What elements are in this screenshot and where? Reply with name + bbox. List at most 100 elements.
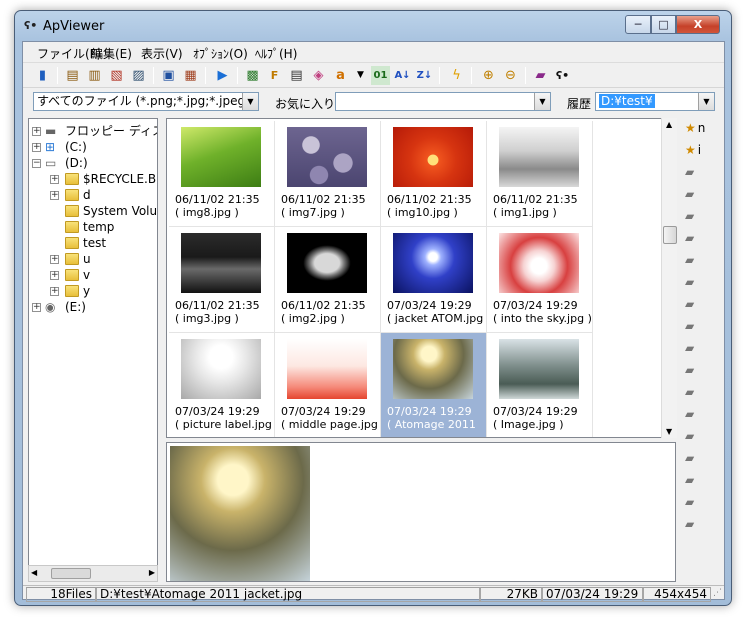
dropdown-arrow-icon[interactable]: ▼: [351, 66, 370, 85]
play-icon[interactable]: ▶: [213, 66, 232, 85]
expand-icon[interactable]: +: [50, 255, 59, 264]
collapse-icon[interactable]: −: [32, 159, 41, 168]
title-bar[interactable]: ʕ• ApViewer ─ □ X: [15, 11, 731, 41]
quick-folder-item[interactable]: ▰: [685, 494, 703, 510]
expand-icon[interactable]: +: [32, 303, 41, 312]
tree-horizontal-scrollbar[interactable]: ◀ ▶: [28, 565, 158, 582]
thumbnail-item[interactable]: 07/03/24 19:29( jacket ATOM.jpg: [381, 227, 487, 333]
sort-type-icon[interactable]: 01: [371, 66, 390, 85]
preview-image: [170, 446, 310, 581]
thumbnail-item[interactable]: 06/11/02 21:35( img1.jpg ): [487, 121, 593, 227]
chevron-down-icon[interactable]: ▼: [242, 93, 258, 110]
thumbnail-item[interactable]: 07/03/24 19:29( middle page.jpg ): [275, 333, 381, 437]
thumbnail-item[interactable]: 06/11/02 21:35( img3.jpg ): [169, 227, 275, 333]
expand-icon[interactable]: +: [50, 191, 59, 200]
scroll-left-icon[interactable]: ◀: [31, 568, 37, 577]
quick-folder-label: n: [697, 121, 706, 135]
quick-folder-item[interactable]: ▰: [685, 230, 703, 246]
scroll-up-icon[interactable]: ▲: [666, 120, 672, 129]
thumbnail-item[interactable]: 07/03/24 19:29( picture label.jpg ): [169, 333, 275, 437]
quick-folder-item[interactable]: ▰: [685, 516, 703, 532]
file-size: 27KB: [480, 587, 542, 602]
folder-open-icon: ▰: [685, 429, 695, 443]
convert-icon[interactable]: ◈: [309, 66, 328, 85]
resize-grip-icon[interactable]: ⋰: [713, 588, 722, 598]
zoom-in-icon[interactable]: ⊕: [479, 66, 498, 85]
paste-icon[interactable]: ▥: [85, 66, 104, 85]
menu-view[interactable]: 表示(V): [141, 45, 183, 62]
font-icon[interactable]: F: [265, 66, 284, 85]
history-select[interactable]: D:¥test¥ ▼: [595, 92, 715, 111]
expand-icon[interactable]: +: [50, 271, 59, 280]
rename-icon[interactable]: a: [331, 66, 350, 85]
favorites-select[interactable]: ▼: [335, 92, 551, 111]
scroll-right-icon[interactable]: ▶: [149, 568, 155, 577]
scrollbar-thumb[interactable]: [51, 568, 91, 579]
help-book-icon[interactable]: ▰: [531, 66, 550, 85]
thumbnail-item[interactable]: 07/03/24 19:29( Atomage 2011: [381, 333, 487, 437]
thumbnail-filename: ( Image.jpg ): [493, 418, 564, 431]
thumbnail-item[interactable]: 06/11/02 21:35( img7.jpg ): [275, 121, 381, 227]
delete-icon[interactable]: ▧: [107, 66, 126, 85]
quick-folder-item[interactable]: ★ i: [685, 142, 703, 158]
expand-icon[interactable]: +: [50, 287, 59, 296]
zoom-out-icon[interactable]: ⊖: [501, 66, 520, 85]
folder-tree[interactable]: + ▬ フロッピー ディスク + ⊞ (C:) −▭ (D:) + $RECYCLE.BIN + dS…: [28, 118, 158, 582]
quick-folder-item[interactable]: ▰: [685, 428, 703, 444]
thumbnail-item[interactable]: 06/11/02 21:35( img8.jpg ): [169, 121, 275, 227]
thumbnail-item[interactable]: 06/11/02 21:35( img10.jpg ): [381, 121, 487, 227]
menu-help[interactable]: ﾍﾙﾌﾟ(H): [255, 45, 297, 62]
floppy-icon: ▬: [45, 124, 57, 138]
quick-folder-item[interactable]: ▰: [685, 318, 703, 334]
open-folder-icon[interactable]: ▮: [33, 66, 52, 85]
quick-folder-item[interactable]: ▰: [685, 164, 703, 180]
lightning-icon[interactable]: ϟ: [447, 66, 466, 85]
duplicate-icon[interactable]: ▦: [181, 66, 200, 85]
thumbnail-item[interactable]: 07/03/24 19:29( Image.jpg ): [487, 333, 593, 437]
tree-node-label: test: [83, 236, 107, 250]
thumbnail-date: 07/03/24 19:29: [493, 405, 578, 418]
sort-desc-icon[interactable]: Z↓: [415, 66, 434, 85]
quick-folder-item[interactable]: ▰: [685, 450, 703, 466]
quick-folder-item[interactable]: ▰: [685, 384, 703, 400]
expand-icon[interactable]: +: [32, 127, 41, 136]
quick-folder-item[interactable]: ▰: [685, 406, 703, 422]
slideshow-icon[interactable]: ▩: [243, 66, 262, 85]
copy-icon[interactable]: ▤: [63, 66, 82, 85]
new-window-icon[interactable]: ▣: [159, 66, 178, 85]
file-filter-select[interactable]: すべてのファイル (*.png;*.jpg;*.jpeg;*.bm ▼: [33, 92, 259, 111]
menu-options[interactable]: ｵﾌﾟｼｮﾝ(O): [193, 45, 248, 62]
chevron-down-icon[interactable]: ▼: [534, 93, 550, 110]
quick-folder-item[interactable]: ▰: [685, 274, 703, 290]
quick-folder-item[interactable]: ▰: [685, 186, 703, 202]
about-icon[interactable]: ʕ•: [553, 66, 572, 85]
chevron-down-icon[interactable]: ▼: [698, 93, 714, 110]
quick-folder-item[interactable]: ▰: [685, 362, 703, 378]
quick-folder-item[interactable]: ▰: [685, 296, 703, 312]
properties-icon[interactable]: ▨: [129, 66, 148, 85]
close-button[interactable]: X: [676, 15, 720, 34]
scrollbar-thumb[interactable]: [663, 226, 677, 244]
menu-edit[interactable]: 編集(E): [91, 45, 132, 62]
quick-folder-item[interactable]: ▰: [685, 472, 703, 488]
app-window: ʕ• ApViewer ─ □ X ファイル(F) 編集(E) 表示(V) ｵﾌ…: [14, 10, 732, 606]
minimize-button[interactable]: ─: [625, 15, 651, 34]
maximize-button[interactable]: □: [651, 15, 676, 34]
thumbnail-item[interactable]: 07/03/24 19:29( into the sky.jpg ): [487, 227, 593, 333]
folder-open-icon: ▰: [685, 187, 695, 201]
expand-icon[interactable]: +: [32, 143, 41, 152]
client-area: ファイル(F) 編集(E) 表示(V) ｵﾌﾟｼｮﾝ(O) ﾍﾙﾌﾟ(H) ▮ …: [22, 41, 725, 602]
folder-open-icon: ▰: [685, 165, 695, 179]
tree-node-label: $RECYCLE.BIN: [83, 172, 157, 186]
save-icon[interactable]: ▤: [287, 66, 306, 85]
thumbnail-vertical-scrollbar[interactable]: ▲ ▼: [661, 118, 677, 438]
history-value: D:¥test¥: [599, 94, 655, 108]
scroll-down-icon[interactable]: ▼: [666, 427, 672, 436]
sort-asc-icon[interactable]: A↓: [393, 66, 412, 85]
quick-folder-item[interactable]: ★ n: [685, 120, 706, 136]
thumbnail-item[interactable]: 06/11/02 21:35( img2.jpg ): [275, 227, 381, 333]
quick-folder-item[interactable]: ▰: [685, 252, 703, 268]
quick-folder-item[interactable]: ▰: [685, 208, 703, 224]
expand-icon[interactable]: +: [50, 175, 59, 184]
quick-folder-item[interactable]: ▰: [685, 340, 703, 356]
